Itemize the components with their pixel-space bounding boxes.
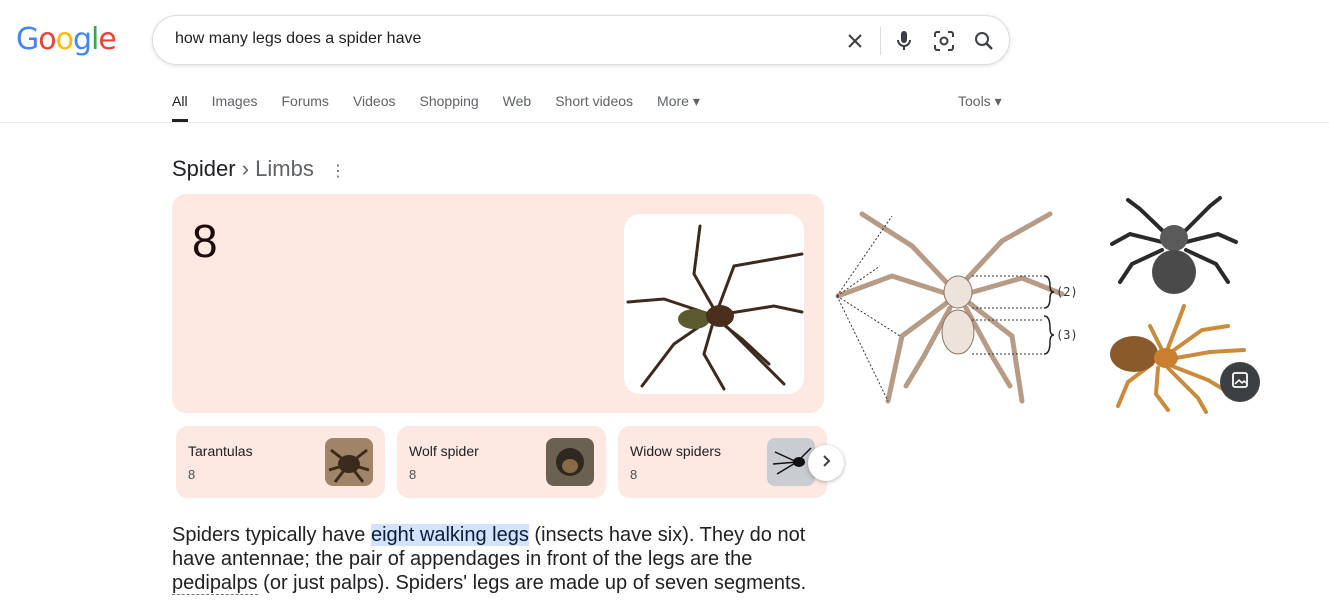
pedipalps-term-link[interactable]: pedipalps [172,572,258,595]
answer-card: 8 [172,194,824,413]
breadcrumb: Spider › Limbs ⋮ [172,156,346,182]
logo-letter: o [55,22,74,57]
description-highlight: eight walking legs [370,524,529,546]
card-value: 8 [630,467,638,482]
close-icon[interactable] [843,29,867,53]
wolf-spider-thumbnail [546,438,594,486]
search-divider [880,27,881,55]
diagram-label: (3) [1056,328,1078,342]
tarantula-thumbnail [325,438,373,486]
logo-letter: g [72,22,92,57]
card-value: 8 [409,467,417,482]
chevron-right-icon [819,454,833,473]
breadcrumb-root[interactable]: Spider [172,156,236,181]
search-input[interactable] [173,29,777,49]
mic-icon[interactable] [892,29,916,53]
card-title: Widow spiders [630,443,722,459]
related-card-tarantulas[interactable]: Tarantulas 8 [176,426,385,498]
logo-letter: o [38,22,56,57]
related-card-widow-spiders[interactable]: Widow spiders 8 [618,426,827,498]
logo-letter: G [16,22,39,57]
search-tabs: All Images Forums Videos Shopping Web Sh… [172,93,724,122]
breadcrumb-child[interactable]: Limbs [255,156,314,181]
next-arrow-button[interactable] [808,445,844,481]
card-title: Tarantulas [188,443,253,459]
tools-menu[interactable]: Tools ▾ [958,93,1002,110]
tab-videos[interactable]: Videos [353,93,396,122]
card-title: Wolf spider [409,443,479,459]
description-text: Spiders typically have [172,524,371,546]
tab-images[interactable]: Images [212,93,258,122]
search-icon[interactable] [972,29,996,53]
spider-illustration-image[interactable] [1100,194,1250,302]
tab-shopping[interactable]: Shopping [420,93,479,122]
related-card-wolf-spider[interactable]: Wolf spider 8 [397,426,606,498]
header-divider [0,122,1329,123]
logo-letter: e [98,22,116,57]
camera-lens-icon[interactable] [932,29,956,53]
spider-diagram-image[interactable]: (2) (3) [832,196,1088,412]
view-images-button[interactable] [1220,362,1260,402]
breadcrumb-separator: › [241,156,250,181]
card-value: 8 [188,467,196,482]
image-icon [1231,371,1249,394]
search-box [152,15,1010,65]
description-text: (or just palps). Spiders' legs are made … [257,572,807,594]
diagram-label: (2) [1056,285,1078,299]
tab-more[interactable]: More ▾ [657,93,700,122]
more-options-icon[interactable]: ⋮ [330,163,346,180]
answer-value: 8 [192,215,218,267]
related-cards: Tarantulas 8 Wolf spider 8 Widow spiders… [176,426,839,498]
spider-photo[interactable] [624,214,804,394]
tab-short-videos[interactable]: Short videos [555,93,633,122]
tab-all[interactable]: All [172,93,188,122]
tab-web[interactable]: Web [503,93,532,122]
tab-forums[interactable]: Forums [281,93,328,122]
logo-letter: l [91,22,99,57]
google-logo[interactable]: Google [16,22,117,57]
answer-description: Spiders typically have eight walking leg… [172,523,832,595]
